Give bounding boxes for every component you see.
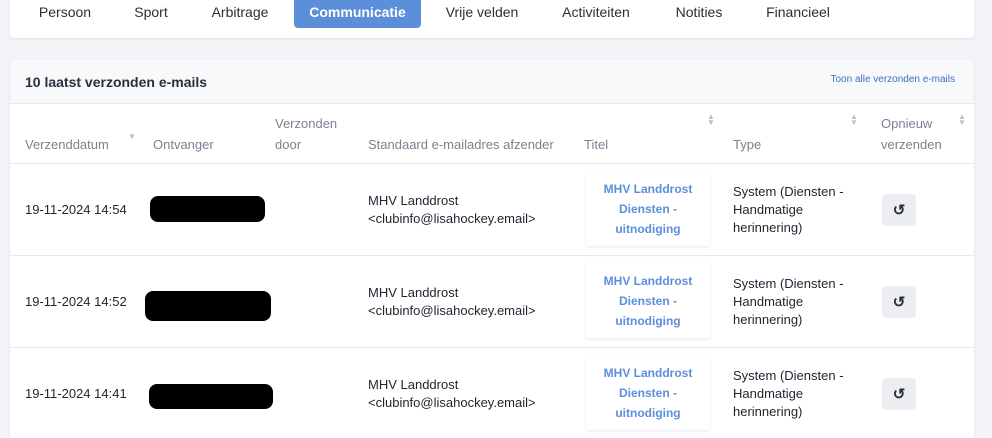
tab-persoon[interactable]: Persoon [26, 0, 104, 28]
table-row: 19-11-2024 14:54 MHV Landdrost <clubinfo… [10, 164, 974, 256]
column-header-sent-by[interactable]: Verzonden door [275, 113, 337, 155]
card-header: 10 laatst verzonden e-mails Toon alle ve… [10, 60, 974, 104]
tab-notities[interactable]: Notities [664, 0, 734, 28]
send-date: 19-11-2024 14:41 [25, 386, 127, 401]
column-header-title[interactable]: Titel [584, 134, 608, 155]
email-title[interactable]: MHV Landdrost Diensten - uitnodiging [586, 264, 710, 338]
sort-toggle-icon[interactable]: ▲ ▼ [707, 113, 715, 127]
redacted-recipient [145, 291, 271, 321]
send-date: 19-11-2024 14:52 [25, 294, 127, 309]
column-header-recipient[interactable]: Ontvanger [153, 134, 214, 155]
email-type: System (Diensten - Handmatige herinnerin… [733, 276, 844, 327]
table-header: Verzenddatum ▼ Ontvanger Verzonden door … [10, 104, 974, 164]
tab-financieel[interactable]: Financieel [756, 0, 840, 28]
sort-toggle-icon[interactable]: ▲ ▼ [958, 113, 966, 127]
tab-sport[interactable]: Sport [122, 0, 180, 28]
resend-icon: ↺ [892, 294, 906, 311]
send-date: 19-11-2024 14:54 [25, 202, 127, 217]
tab-communicatie[interactable]: Communicatie [294, 0, 421, 28]
resend-icon: ↺ [892, 202, 906, 219]
email-type: System (Diensten - Handmatige herinnerin… [733, 184, 844, 235]
resend-button[interactable]: ↺ [882, 194, 916, 226]
tab-arbitrage[interactable]: Arbitrage [200, 0, 280, 28]
redacted-recipient [150, 196, 265, 222]
sender-address: MHV Landdrost <clubinfo@lisahockey.email… [368, 193, 536, 226]
sender-address: MHV Landdrost <clubinfo@lisahockey.email… [368, 285, 536, 318]
email-type: System (Diensten - Handmatige herinnerin… [733, 368, 844, 419]
redacted-recipient [149, 384, 273, 409]
resend-button[interactable]: ↺ [882, 378, 916, 410]
tab-bar: Persoon Sport Arbitrage Communicatie Vri… [10, 0, 974, 38]
column-header-date[interactable]: Verzenddatum [25, 134, 109, 155]
tab-activiteiten[interactable]: Activiteiten [550, 0, 642, 28]
table-row: 19-11-2024 14:41 MHV Landdrost <clubinfo… [10, 348, 974, 438]
card-title: 10 laatst verzonden e-mails [25, 74, 208, 90]
sort-toggle-icon[interactable]: ▲ ▼ [850, 113, 858, 127]
sender-address: MHV Landdrost <clubinfo@lisahockey.email… [368, 377, 536, 410]
email-title[interactable]: MHV Landdrost Diensten - uitnodiging [586, 172, 710, 246]
column-header-resend[interactable]: Opnieuw verzenden [881, 113, 942, 155]
show-all-link[interactable]: Toon alle verzonden e-mails [830, 74, 955, 85]
table-row: 19-11-2024 14:52 MHV Landdrost <clubinfo… [10, 256, 974, 348]
sent-emails-card: 10 laatst verzonden e-mails Toon alle ve… [10, 60, 974, 438]
tab-vrije-velden[interactable]: Vrije velden [436, 0, 528, 28]
resend-button[interactable]: ↺ [882, 286, 916, 318]
resend-icon: ↺ [892, 386, 906, 403]
column-header-type[interactable]: Type [733, 134, 761, 155]
email-title[interactable]: MHV Landdrost Diensten - uitnodiging [586, 356, 710, 430]
sort-desc-icon[interactable]: ▼ [128, 133, 136, 141]
column-header-sender[interactable]: Standaard e-mailadres afzender [368, 134, 554, 155]
